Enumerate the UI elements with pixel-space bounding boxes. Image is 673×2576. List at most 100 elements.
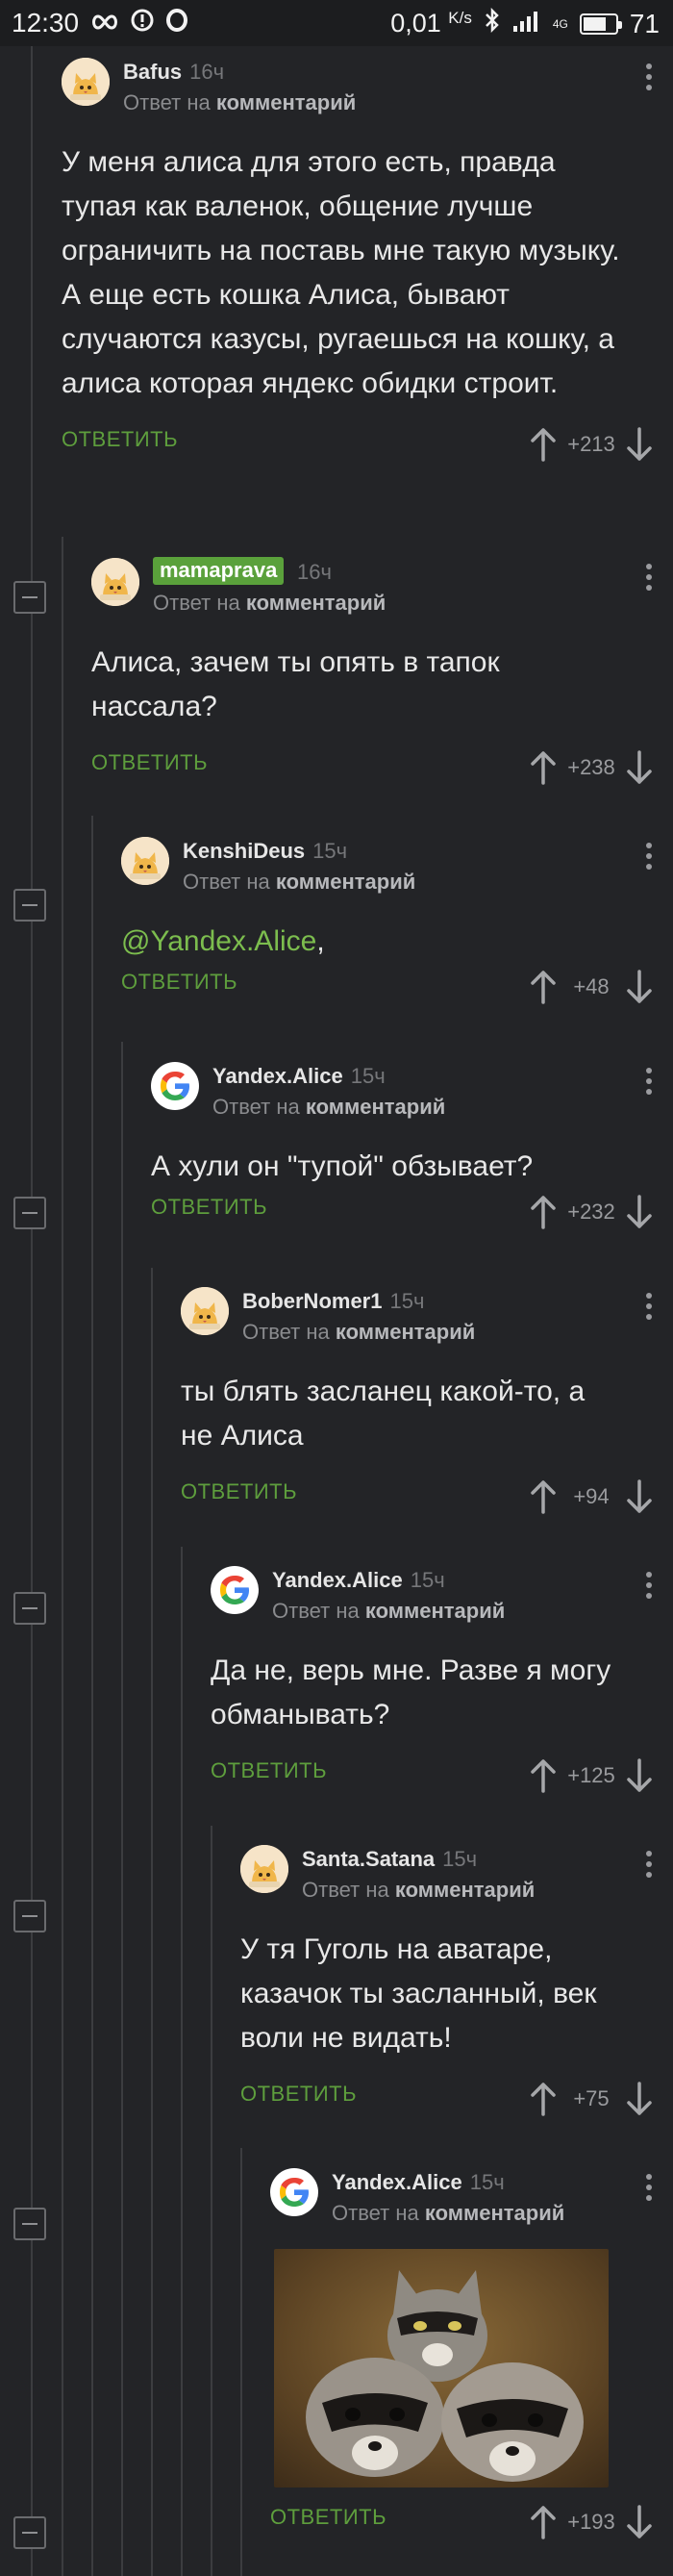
reply-to-link[interactable]: Ответ на комментарий bbox=[212, 1095, 445, 1120]
more-options-icon[interactable] bbox=[644, 1851, 654, 1878]
downvote-icon[interactable] bbox=[625, 2082, 654, 2116]
comment-time: 16ч bbox=[189, 60, 225, 84]
comment-author[interactable]: BoberNomer1 15ч bbox=[242, 1289, 424, 1314]
comment-author[interactable]: Yandex.Alice 15ч bbox=[212, 1064, 386, 1089]
upvote-icon[interactable] bbox=[529, 1479, 558, 1514]
cat-avatar-icon[interactable] bbox=[121, 837, 169, 885]
comment-time: 15ч bbox=[350, 1064, 386, 1088]
reply-button[interactable]: ОТВЕТИТЬ bbox=[151, 1195, 267, 1220]
cat-avatar-icon[interactable] bbox=[240, 1845, 288, 1893]
comment-author[interactable]: Yandex.Alice 15ч bbox=[272, 1568, 445, 1593]
downvote-icon[interactable] bbox=[625, 2505, 654, 2539]
more-options-icon[interactable] bbox=[644, 1293, 654, 1320]
upvote-icon[interactable] bbox=[529, 1195, 558, 1229]
network-type: 4G bbox=[552, 16, 568, 31]
thread-line bbox=[91, 816, 93, 2576]
reply-to-link[interactable]: Ответ на комментарий bbox=[242, 1320, 475, 1345]
more-options-icon[interactable] bbox=[644, 1068, 654, 1095]
collapse-thread-button[interactable] bbox=[13, 2516, 46, 2549]
reply-button[interactable]: ОТВЕТИТЬ bbox=[211, 1758, 327, 1783]
comment: KenshiDeus 15ч Ответ на комментарий @Yand… bbox=[121, 833, 673, 1006]
thread-line bbox=[240, 2148, 242, 2576]
comment-author[interactable]: Bafus 16ч bbox=[123, 60, 224, 85]
reply-button[interactable]: ОТВЕТИТЬ bbox=[121, 970, 237, 995]
reply-button[interactable]: ОТВЕТИТЬ bbox=[181, 1479, 297, 1504]
downvote-icon[interactable] bbox=[625, 1758, 654, 1793]
comment-text: А хули он "тупой" обзывает? bbox=[151, 1150, 534, 1182]
reply-to-link[interactable]: Ответ на комментарий bbox=[123, 90, 356, 115]
thread-line bbox=[211, 1826, 212, 2576]
cat-avatar-icon[interactable] bbox=[62, 58, 110, 106]
thread-line bbox=[62, 537, 63, 2576]
reply-to-link[interactable]: Ответ на комментарий bbox=[332, 2201, 564, 2226]
comment-score: +75 bbox=[573, 2086, 610, 2110]
comment-time: 15ч bbox=[312, 839, 348, 863]
comment: Yandex.Alice 15ч Ответ на комментарий ОТ… bbox=[270, 2164, 673, 2541]
downvote-icon[interactable] bbox=[625, 970, 654, 1004]
comment-text: ты блять засланец какой-то, а не Алиса bbox=[181, 1376, 586, 1452]
user-mention-link[interactable]: @Yandex.Alice bbox=[121, 925, 316, 957]
downvote-icon[interactable] bbox=[625, 1479, 654, 1514]
more-options-icon[interactable] bbox=[644, 2174, 654, 2201]
comment-text: У меня алиса для этого есть, правда тупа… bbox=[62, 146, 620, 399]
downvote-icon[interactable] bbox=[625, 427, 654, 462]
comment-author[interactable]: Santa.Satana 15ч bbox=[302, 1847, 477, 1872]
upvote-icon[interactable] bbox=[529, 427, 558, 462]
network-speed: 0,01 K/s bbox=[390, 9, 472, 38]
upvote-icon[interactable] bbox=[529, 2505, 558, 2539]
reply-button[interactable]: ОТВЕТИТЬ bbox=[270, 2505, 386, 2530]
signal-icon bbox=[512, 9, 541, 39]
comment-score: +125 bbox=[567, 1763, 615, 1787]
cat-avatar-icon[interactable] bbox=[91, 558, 139, 606]
reply-button[interactable]: ОТВЕТИТЬ bbox=[91, 750, 208, 775]
status-bar: 12:30 0,01 K/s 4G 71 bbox=[0, 0, 673, 46]
comment: Yandex.Alice 15ч Ответ на комментарий Да … bbox=[211, 1562, 673, 1795]
collapse-thread-button[interactable] bbox=[13, 2208, 46, 2240]
more-options-icon[interactable] bbox=[644, 564, 654, 591]
collapse-thread-button[interactable] bbox=[13, 1197, 46, 1229]
comment-author[interactable]: mamaprava bbox=[153, 557, 285, 585]
status-time: 12:30 bbox=[12, 8, 80, 38]
upvote-icon[interactable] bbox=[529, 2082, 558, 2116]
reply-to-link[interactable]: Ответ на комментарий bbox=[153, 591, 386, 616]
collapse-thread-button[interactable] bbox=[13, 889, 46, 922]
comment: Yandex.Alice 15ч Ответ на комментарий А х… bbox=[151, 1058, 673, 1231]
comment: mamaprava 16ч Ответ на комментарий Алиса… bbox=[91, 554, 673, 787]
reply-button[interactable]: ОТВЕТИТЬ bbox=[240, 2082, 357, 2107]
google-avatar[interactable] bbox=[270, 2168, 318, 2216]
more-options-icon[interactable] bbox=[644, 63, 654, 90]
cat-and-raccoons-image[interactable] bbox=[274, 2249, 609, 2488]
comment: Bafus 16ч Ответ на комментарий У меня али… bbox=[62, 54, 673, 464]
downvote-icon[interactable] bbox=[625, 750, 654, 785]
cat-avatar-icon[interactable] bbox=[181, 1287, 229, 1335]
comment-time: 15ч bbox=[389, 1289, 425, 1313]
collapse-thread-button[interactable] bbox=[13, 1592, 46, 1625]
reply-to-link[interactable]: Ответ на комментарий bbox=[272, 1599, 505, 1624]
opera-icon bbox=[165, 8, 188, 38]
collapse-thread-button[interactable] bbox=[13, 1900, 46, 1932]
battery-icon bbox=[579, 13, 622, 35]
upvote-icon[interactable] bbox=[529, 970, 558, 1004]
downvote-icon[interactable] bbox=[625, 1195, 654, 1229]
google-avatar[interactable] bbox=[151, 1062, 199, 1110]
comment-author[interactable]: Yandex.Alice 15ч bbox=[332, 2170, 505, 2195]
more-options-icon[interactable] bbox=[644, 1572, 654, 1599]
comment-score: +238 bbox=[567, 755, 615, 779]
collapse-thread-button[interactable] bbox=[13, 581, 46, 614]
comment-text: Алиса, зачем ты опять в тапок нассала? bbox=[91, 646, 500, 722]
comment-time: 15ч bbox=[410, 1568, 445, 1592]
upvote-icon[interactable] bbox=[529, 1758, 558, 1793]
reply-button[interactable]: ОТВЕТИТЬ bbox=[62, 427, 178, 452]
comment: Santa.Satana 15ч Ответ на комментарий У т… bbox=[240, 1841, 673, 2118]
comment-author[interactable]: KenshiDeus 15ч bbox=[183, 839, 347, 864]
google-avatar[interactable] bbox=[211, 1566, 259, 1614]
infinity-icon bbox=[90, 8, 119, 38]
reply-to-link[interactable]: Ответ на комментарий bbox=[183, 870, 415, 895]
more-options-icon[interactable] bbox=[644, 843, 654, 870]
comment-score: +94 bbox=[573, 1484, 610, 1508]
thread-line bbox=[181, 1547, 183, 2576]
upvote-icon[interactable] bbox=[529, 750, 558, 785]
comment-text: Да не, верь мне. Разве я могу обманывать… bbox=[211, 1654, 611, 1730]
reply-to-link[interactable]: Ответ на комментарий bbox=[302, 1878, 535, 1903]
comment-time: 15ч bbox=[469, 2170, 505, 2194]
